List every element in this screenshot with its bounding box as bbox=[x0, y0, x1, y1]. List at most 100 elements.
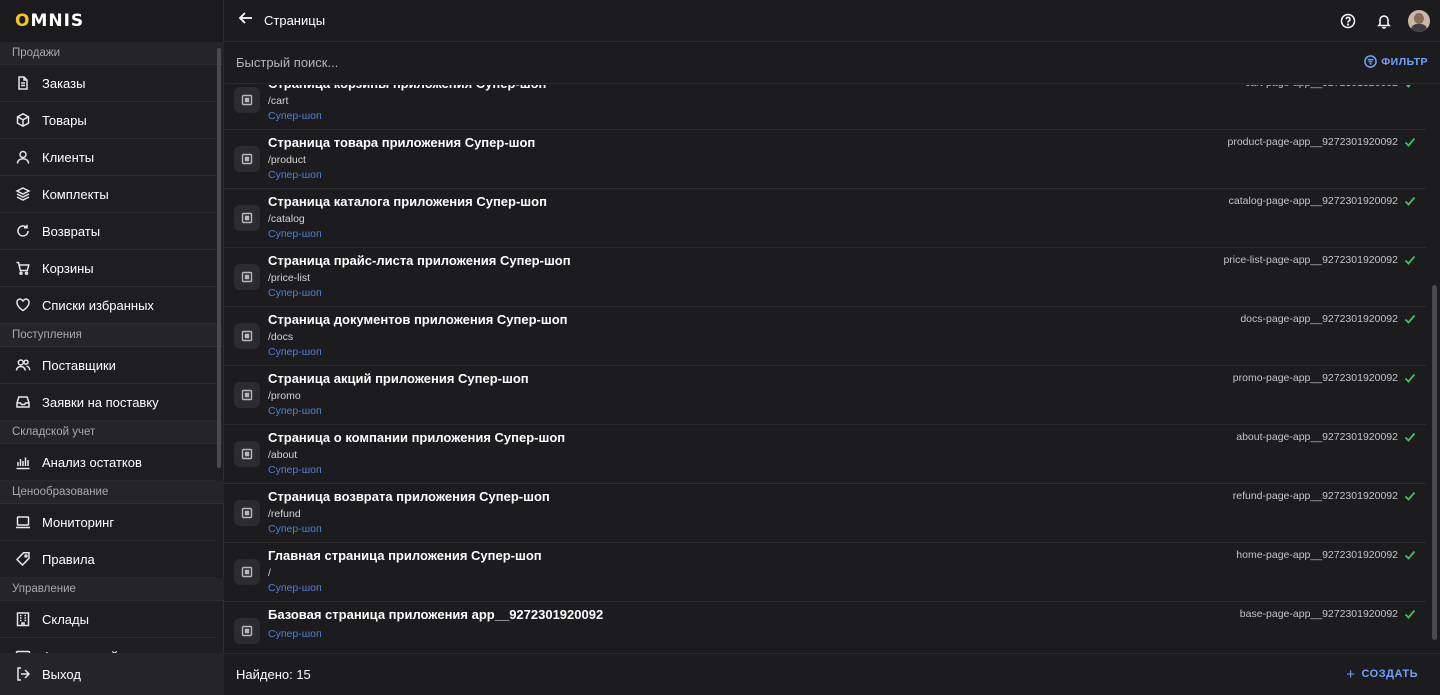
page-name: Базовая страница приложения app__9272301… bbox=[268, 607, 604, 622]
search-bar: ФИЛЬТР bbox=[224, 42, 1440, 84]
page-icon bbox=[234, 382, 260, 408]
list-item[interactable]: Страница каталога приложения Супер-шоп/c… bbox=[224, 189, 1426, 248]
arrow-left-icon bbox=[238, 12, 252, 24]
notifications-button[interactable] bbox=[1372, 9, 1396, 33]
logout-label: Выход bbox=[42, 666, 81, 682]
users-icon bbox=[15, 357, 31, 373]
page-icon bbox=[234, 146, 260, 172]
check-icon bbox=[1404, 194, 1418, 208]
bar-chart-icon bbox=[15, 454, 31, 470]
sidebar-item[interactable]: Анализ остатков bbox=[0, 444, 216, 481]
sidebar-item-label: Корзины bbox=[42, 260, 94, 276]
sidebar-section-title: Ценообразование bbox=[0, 481, 224, 504]
page-app-link[interactable]: Супер-шоп bbox=[268, 405, 322, 417]
check-icon bbox=[1404, 85, 1418, 90]
sidebar-item-label: Возвраты bbox=[42, 223, 101, 239]
sidebar-section-title: Управление bbox=[0, 578, 224, 601]
create-button[interactable]: + СОЗДАТЬ bbox=[1346, 667, 1418, 682]
sidebar-item[interactable]: Мониторинг bbox=[0, 504, 216, 541]
omnis-logo[interactable]: OMNIS bbox=[15, 11, 84, 31]
sidebar-item[interactable]: Заказы bbox=[0, 65, 216, 102]
sidebar-item[interactable]: Финансовый учет bbox=[0, 638, 216, 653]
list-item[interactable]: Страница документов приложения Супер-шоп… bbox=[224, 307, 1426, 366]
cart-icon bbox=[15, 260, 31, 276]
page-code: docs-page-app__9272301920092 bbox=[1240, 313, 1398, 325]
page-app-link[interactable]: Супер-шоп bbox=[268, 346, 322, 358]
page-app-link[interactable]: Супер-шоп bbox=[268, 523, 322, 535]
list-item[interactable]: Страница возврата приложения Супер-шоп/r… bbox=[224, 484, 1426, 543]
inbox-icon bbox=[15, 394, 31, 410]
sidebar-item[interactable]: Комплекты bbox=[0, 176, 216, 213]
sidebar-nav: Продажи Заказы Товары Клиенты Комплекты Возвр… bbox=[0, 42, 224, 653]
user-icon bbox=[15, 149, 31, 165]
filter-label: ФИЛЬТР bbox=[1381, 55, 1428, 68]
page-path: /product bbox=[268, 154, 306, 166]
page-app-link[interactable]: Супер-шоп bbox=[268, 287, 322, 299]
sidebar-item-label: Поставщики bbox=[42, 357, 116, 373]
page-code: about-page-app__9272301920092 bbox=[1236, 431, 1398, 443]
avatar[interactable] bbox=[1408, 10, 1430, 32]
document-icon bbox=[15, 75, 31, 91]
page-code: cart-page-app__9272301920092 bbox=[1245, 85, 1398, 89]
list-item[interactable]: Страница корзины приложения Супер-шоп/ca… bbox=[224, 85, 1426, 130]
page-code: base-page-app__9272301920092 bbox=[1239, 608, 1398, 620]
sidebar-item[interactable]: Правила bbox=[0, 541, 216, 578]
tag-icon bbox=[15, 551, 31, 567]
page-app-link[interactable]: Супер-шоп bbox=[268, 169, 322, 181]
bell-icon bbox=[1377, 15, 1391, 29]
page-name: Главная страница приложения Супер-шоп bbox=[268, 548, 542, 563]
help-circle-icon bbox=[1340, 13, 1356, 29]
page-name: Страница товара приложения Супер-шоп bbox=[268, 135, 536, 150]
check-icon bbox=[1404, 430, 1418, 444]
sidebar-item[interactable]: Списки избранных bbox=[0, 287, 216, 324]
page-app-link[interactable]: Супер-шоп bbox=[268, 582, 322, 594]
filter-button[interactable]: ФИЛЬТР bbox=[1364, 55, 1428, 68]
page-app-link[interactable]: Супер-шоп bbox=[268, 110, 322, 122]
sidebar-item-label: Заказы bbox=[42, 75, 86, 91]
help-button[interactable] bbox=[1336, 9, 1360, 33]
sidebar-item[interactable]: Клиенты bbox=[0, 139, 216, 176]
page-code: price-list-page-app__9272301920092 bbox=[1223, 254, 1398, 266]
page-code: catalog-page-app__9272301920092 bbox=[1228, 195, 1398, 207]
check-icon bbox=[1404, 489, 1418, 503]
filter-icon bbox=[1364, 55, 1378, 68]
list-item[interactable]: Страница прайс-листа приложения Супер-шо… bbox=[224, 248, 1426, 307]
refresh-icon bbox=[15, 223, 31, 239]
page-icon bbox=[234, 264, 260, 290]
list-item[interactable]: Страница о компании приложения Супер-шоп… bbox=[224, 425, 1426, 484]
list-scrollbar[interactable] bbox=[1432, 285, 1437, 640]
sidebar-item-label: Заявки на поставку bbox=[42, 394, 159, 410]
page-name: Страница о компании приложения Супер-шоп bbox=[268, 430, 566, 445]
search-input[interactable] bbox=[236, 55, 836, 70]
back-button[interactable] bbox=[238, 10, 254, 31]
page-icon bbox=[234, 441, 260, 467]
logout-button[interactable]: Выход bbox=[0, 653, 224, 695]
page-name: Страница возврата приложения Супер-шоп bbox=[268, 489, 550, 504]
list-item[interactable]: Страница акций приложения Супер-шоп/prom… bbox=[224, 366, 1426, 425]
page-app-link[interactable]: Супер-шоп bbox=[268, 464, 322, 476]
list-item[interactable]: Страница товара приложения Супер-шоп/pro… bbox=[224, 130, 1426, 189]
sidebar-item-label: Анализ остатков bbox=[42, 454, 142, 470]
page-app-link[interactable]: Супер-шоп bbox=[268, 228, 322, 240]
sidebar-item[interactable]: Возвраты bbox=[0, 213, 216, 250]
sidebar-section-title: Продажи bbox=[0, 42, 224, 65]
footer: Найдено: 15 + СОЗДАТЬ bbox=[224, 653, 1440, 695]
sidebar-item[interactable]: Поставщики bbox=[0, 347, 216, 384]
logout-icon bbox=[17, 667, 31, 681]
sidebar-item-label: Клиенты bbox=[42, 149, 95, 165]
page-icon bbox=[234, 559, 260, 585]
check-icon bbox=[1404, 312, 1418, 326]
page-icon bbox=[234, 87, 260, 113]
page-app-link[interactable]: Супер-шоп bbox=[268, 628, 322, 640]
sidebar-item[interactable]: Склады bbox=[0, 601, 216, 638]
sidebar-scrollbar[interactable] bbox=[217, 48, 221, 468]
pages-list: Страница корзины приложения Супер-шоп/ca… bbox=[224, 85, 1426, 652]
sidebar-item[interactable]: Товары bbox=[0, 102, 216, 139]
sidebar-item[interactable]: Корзины bbox=[0, 250, 216, 287]
list-item[interactable]: Базовая страница приложения app__9272301… bbox=[224, 602, 1426, 652]
sidebar-item[interactable]: Заявки на поставку bbox=[0, 384, 216, 421]
heart-icon bbox=[15, 297, 31, 313]
page-code: product-page-app__9272301920092 bbox=[1227, 136, 1399, 148]
page-name: Страница акций приложения Супер-шоп bbox=[268, 371, 529, 386]
list-item[interactable]: Главная страница приложения Супер-шоп / Су… bbox=[224, 543, 1426, 602]
